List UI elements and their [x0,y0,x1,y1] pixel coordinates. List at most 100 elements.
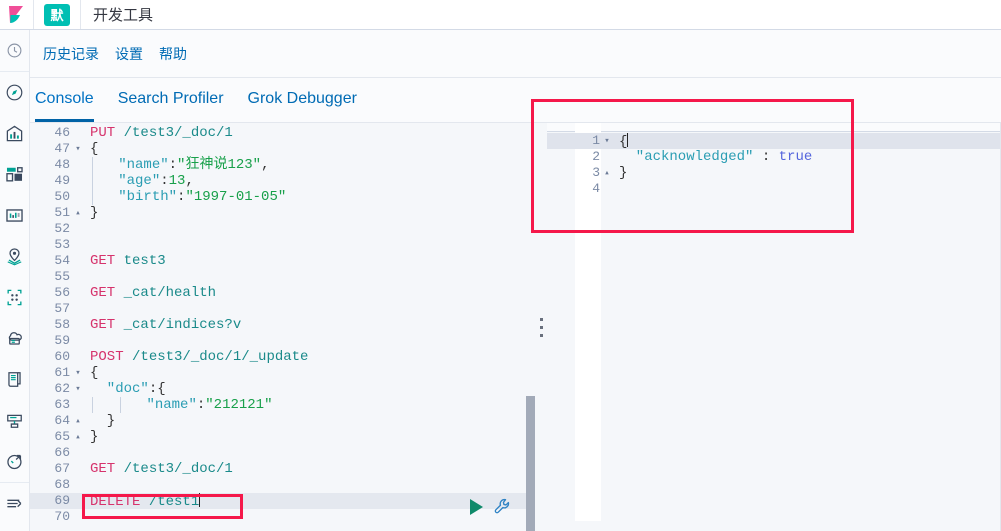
sidebar-item-dashboard[interactable] [0,154,29,195]
global-header: 默 开发工具 [0,0,1001,30]
code-line[interactable]: 62 ▾ "doc":{ [30,381,535,397]
fold-toggle-icon[interactable]: ▾ [72,365,84,381]
code-line[interactable]: 63 "name":"212121" [30,397,535,413]
collapse-arrow-icon [7,499,22,508]
code-token: PUT [90,125,124,141]
request-editor[interactable]: 46 PUT /test3/_doc/1 47 ▾{48 "name":"狂神说123… [30,123,535,531]
fold-spacer [72,221,84,237]
sidebar-item-discover[interactable] [0,72,29,113]
response-token: true [778,149,813,165]
code-token: POST [90,349,133,365]
code-line[interactable]: 49 "age":13, [30,173,535,189]
code-line[interactable]: 64 ▴ } [30,413,535,429]
code-token: "name" [118,157,169,173]
code-token: : [168,157,178,173]
code-token: 13 [168,173,186,189]
code-text: DELETE /test1 [84,493,201,510]
sidebar-item-infrastructure[interactable] [0,318,29,359]
fold-toggle-icon[interactable]: ▴ [72,205,84,221]
code-line[interactable]: 57 [30,301,535,317]
sidebar-item-maps[interactable] [0,236,29,277]
response-line[interactable]: 1 ▾ { [547,133,1001,150]
code-line[interactable]: 60 POST /test3/_doc/1/_update [30,349,535,365]
code-line[interactable]: 52 [30,221,535,237]
fold-spacer [72,397,84,413]
fold-spacer [72,269,84,285]
code-line[interactable]: 50 "birth":"1997-01-05" [30,189,535,205]
subnav-link-help[interactable]: 帮助 [159,44,187,64]
sidebar-item-logs[interactable] [0,359,29,400]
code-text: { [84,141,98,157]
sidebar-item-visualize[interactable] [0,113,29,154]
response-line[interactable]: 3 ▴} [547,165,1001,181]
fold-spacer [72,493,84,509]
code-token: GET [90,253,124,269]
code-token: "1997-01-05" [185,189,287,205]
code-line[interactable]: 66 [30,445,535,461]
code-line[interactable]: 69 DELETE /test1 [30,493,535,510]
response-fold-spacer [601,181,613,197]
code-line[interactable]: 46 PUT /test3/_doc/1 [30,125,535,141]
sidebar-item-collapse[interactable] [0,483,29,524]
line-number: 54 [30,253,72,269]
page-title: 开发工具 [93,7,154,24]
code-line[interactable]: 54 GET test3 [30,253,535,269]
code-line[interactable]: 51 ▴} [30,205,535,221]
sidebar-item-apm[interactable] [0,400,29,441]
code-line[interactable]: 56 GET _cat/health [30,285,535,301]
code-text: POST /test3/_doc/1/_update [84,349,308,365]
send-request-button[interactable] [470,498,483,515]
response-line[interactable]: 4 [547,181,1001,197]
sidebar-item-machine-learning[interactable] [0,277,29,318]
bar-chart-icon [6,125,23,142]
response-token: : [753,149,779,165]
subnav-link-history[interactable]: 历史记录 [43,44,99,64]
fold-toggle-icon[interactable]: ▴ [72,429,84,445]
space-avatar[interactable]: 默 [44,3,70,26]
code-line[interactable]: 68 [30,477,535,493]
code-line[interactable]: 55 [30,269,535,285]
editor-response-splitter[interactable] [535,123,547,531]
response-text: "acknowledged" : true [613,149,812,165]
wrench-icon[interactable] [493,497,512,516]
code-line[interactable]: 70 [30,509,535,525]
code-line[interactable]: 53 [30,237,535,253]
code-line[interactable]: 48 "name":"狂神说123", [30,157,535,173]
dashboard-icon [6,167,23,182]
code-line[interactable]: 47 ▾ { [30,141,535,157]
request-editor-lines[interactable]: 46 PUT /test3/_doc/1 47 ▾{48 "name":"狂神说123… [30,125,535,531]
code-token: GET [90,461,124,477]
response-line[interactable]: 2 "acknowledged" : true [547,149,1001,165]
response-editor-lines[interactable]: 1 ▾{2 "acknowledged" : true 3 ▴} 4 [547,133,1001,531]
response-text: } [613,165,627,181]
sidebar-item-recent[interactable] [0,30,29,71]
infrastructure-icon [8,332,22,345]
line-number: 53 [30,237,72,253]
response-fold-toggle-icon[interactable]: ▴ [601,165,613,181]
subnav-link-settings[interactable]: 设置 [115,44,143,64]
tab-search-profiler[interactable]: Search Profiler [118,78,224,122]
fold-toggle-icon[interactable]: ▴ [72,413,84,429]
kibana-logo[interactable] [0,0,34,29]
sidebar-item-canvas[interactable] [0,195,29,236]
fold-toggle-icon[interactable]: ▾ [72,381,84,397]
response-fold-toggle-icon[interactable]: ▾ [601,133,613,149]
code-line[interactable]: 58 GET _cat/indices?v [30,317,535,333]
tab-grok-debugger[interactable]: Grok Debugger [248,78,357,122]
code-line[interactable]: 61 ▾ { [30,365,535,381]
tab-console[interactable]: Console [35,78,94,122]
code-line[interactable]: 67 GET /test3/_doc/1 [30,461,535,477]
console-body: 46 PUT /test3/_doc/1 47 ▾{48 "name":"狂神说123… [30,123,1001,531]
code-line[interactable]: 59 [30,333,535,349]
editor-vertical-scrollbar[interactable] [526,396,535,531]
fold-toggle-icon[interactable]: ▾ [72,141,84,157]
machine-learning-icon [7,289,22,306]
sidebar-item-uptime[interactable] [0,441,29,482]
code-line[interactable]: 65 ▴} [30,429,535,445]
fold-spacer [72,125,84,141]
code-text: "age":13, [84,173,194,189]
fold-spacer [72,509,84,525]
indent-guide [92,397,93,413]
fold-spacer [72,173,84,189]
response-editor[interactable]: 1 ▾{2 "acknowledged" : true 3 ▴} 4 [547,123,1001,531]
